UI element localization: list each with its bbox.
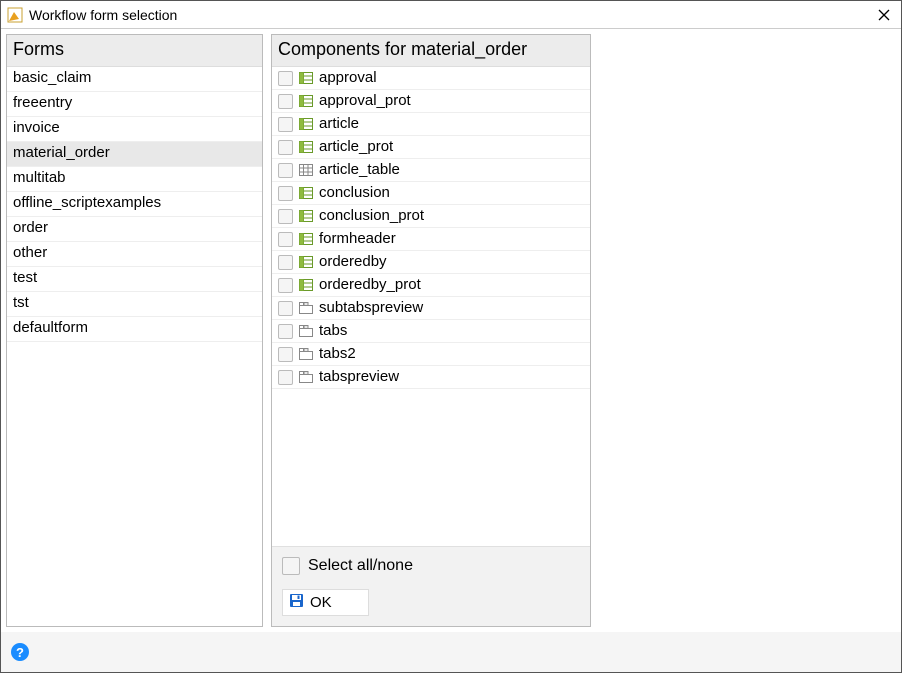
- component-row[interactable]: conclusion: [272, 182, 590, 205]
- components-bottom-area: Select all/none OK: [272, 546, 590, 626]
- form-icon: [299, 118, 313, 130]
- forms-list-item[interactable]: tst: [7, 292, 262, 317]
- component-row[interactable]: tabs2: [272, 343, 590, 366]
- form-icon: [299, 95, 313, 107]
- components-panel: Components for material_order approvalap…: [271, 34, 591, 627]
- dialog-window: Workflow form selection Forms basic_clai…: [0, 0, 902, 673]
- component-row[interactable]: tabs: [272, 320, 590, 343]
- component-label: article_table: [319, 161, 400, 179]
- component-checkbox[interactable]: [278, 186, 293, 201]
- component-row[interactable]: conclusion_prot: [272, 205, 590, 228]
- component-row[interactable]: subtabspreview: [272, 297, 590, 320]
- component-checkbox[interactable]: [278, 163, 293, 178]
- component-checkbox[interactable]: [278, 117, 293, 132]
- component-row[interactable]: article_table: [272, 159, 590, 182]
- form-icon: [299, 233, 313, 245]
- close-button[interactable]: [873, 4, 895, 26]
- tabs-icon: [299, 302, 313, 314]
- form-icon: [299, 279, 313, 291]
- component-checkbox[interactable]: [278, 255, 293, 270]
- component-label: orderedby: [319, 253, 387, 271]
- dialog-body: Forms basic_claimfreeentryinvoicemateria…: [1, 29, 901, 632]
- select-all-row: Select all/none: [282, 557, 580, 575]
- save-icon: [289, 593, 304, 612]
- component-row[interactable]: article_prot: [272, 136, 590, 159]
- component-row[interactable]: approval_prot: [272, 90, 590, 113]
- forms-list-item[interactable]: test: [7, 267, 262, 292]
- component-row[interactable]: orderedby_prot: [272, 274, 590, 297]
- component-checkbox[interactable]: [278, 71, 293, 86]
- component-row[interactable]: tabspreview: [272, 366, 590, 389]
- form-icon: [299, 210, 313, 222]
- component-label: approval_prot: [319, 92, 411, 110]
- component-label: orderedby_prot: [319, 276, 421, 294]
- forms-list-item[interactable]: freeentry: [7, 92, 262, 117]
- component-checkbox[interactable]: [278, 232, 293, 247]
- component-label: tabspreview: [319, 368, 399, 386]
- component-checkbox[interactable]: [278, 324, 293, 339]
- component-checkbox[interactable]: [278, 209, 293, 224]
- component-row[interactable]: formheader: [272, 228, 590, 251]
- select-all-checkbox[interactable]: [282, 557, 300, 575]
- component-label: approval: [319, 69, 377, 87]
- component-label: article_prot: [319, 138, 393, 156]
- component-checkbox[interactable]: [278, 370, 293, 385]
- forms-list-item[interactable]: offline_scriptexamples: [7, 192, 262, 217]
- dialog-footer: ?: [1, 632, 901, 672]
- component-label: tabs: [319, 322, 347, 340]
- select-all-label: Select all/none: [308, 557, 413, 575]
- forms-list-item[interactable]: order: [7, 217, 262, 242]
- tabs-icon: [299, 348, 313, 360]
- tabs-icon: [299, 371, 313, 383]
- ok-button[interactable]: OK: [282, 589, 369, 616]
- forms-list-item[interactable]: material_order: [7, 142, 262, 167]
- components-panel-header: Components for material_order: [272, 35, 590, 67]
- close-icon: [878, 9, 890, 21]
- forms-list-item[interactable]: multitab: [7, 167, 262, 192]
- forms-panel: Forms basic_claimfreeentryinvoicemateria…: [6, 34, 263, 627]
- component-checkbox[interactable]: [278, 94, 293, 109]
- component-row[interactable]: orderedby: [272, 251, 590, 274]
- forms-list-item[interactable]: defaultform: [7, 317, 262, 342]
- forms-list-item[interactable]: basic_claim: [7, 67, 262, 92]
- forms-list-item[interactable]: other: [7, 242, 262, 267]
- form-icon: [299, 187, 313, 199]
- table-icon: [299, 164, 313, 176]
- components-list: approval approval_protarticle article_prot…: [272, 67, 590, 546]
- component-checkbox[interactable]: [278, 140, 293, 155]
- component-label: subtabspreview: [319, 299, 423, 317]
- component-label: conclusion: [319, 184, 390, 202]
- component-checkbox[interactable]: [278, 301, 293, 316]
- forms-list-item[interactable]: invoice: [7, 117, 262, 142]
- component-checkbox[interactable]: [278, 278, 293, 293]
- component-label: tabs2: [319, 345, 356, 363]
- component-label: article: [319, 115, 359, 133]
- window-title: Workflow form selection: [29, 7, 873, 23]
- titlebar: Workflow form selection: [1, 1, 901, 29]
- tabs-icon: [299, 325, 313, 337]
- forms-list: basic_claimfreeentryinvoicematerial_orde…: [7, 67, 262, 626]
- help-icon[interactable]: ?: [11, 643, 29, 661]
- ok-button-label: OK: [310, 594, 332, 611]
- component-label: formheader: [319, 230, 396, 248]
- forms-panel-header: Forms: [7, 35, 262, 67]
- app-icon: [7, 7, 23, 23]
- form-icon: [299, 72, 313, 84]
- component-row[interactable]: article: [272, 113, 590, 136]
- component-row[interactable]: approval: [272, 67, 590, 90]
- form-icon: [299, 141, 313, 153]
- form-icon: [299, 256, 313, 268]
- component-label: conclusion_prot: [319, 207, 424, 225]
- component-checkbox[interactable]: [278, 347, 293, 362]
